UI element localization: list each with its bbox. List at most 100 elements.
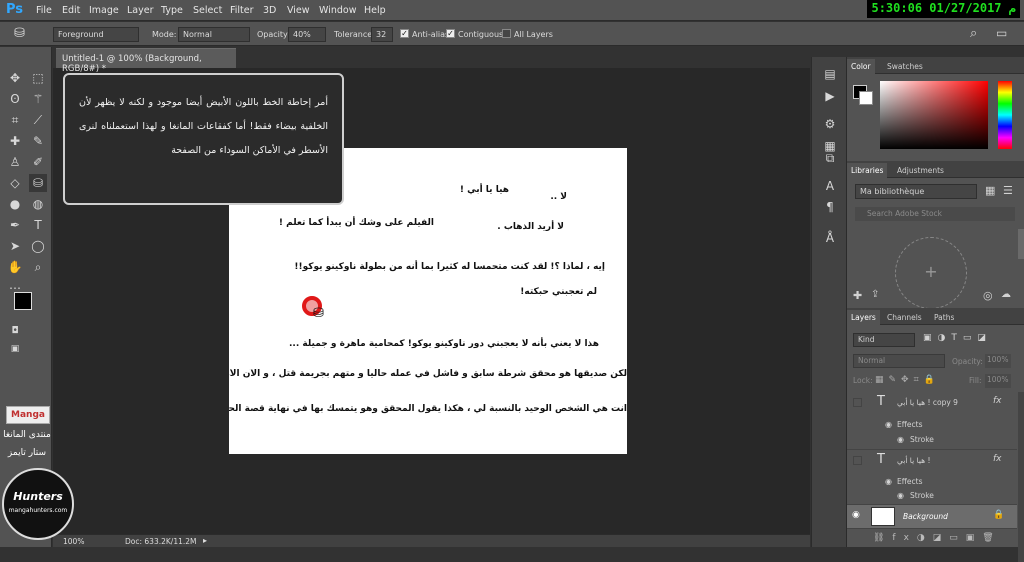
marquee-tool-icon[interactable]: ⬚ — [29, 69, 47, 87]
layer-name[interactable]: Background — [903, 512, 948, 521]
eye-icon[interactable]: ◉ — [885, 420, 892, 429]
options-bar: ⛁ Foreground Mode: Normal Opacity: 40% T… — [0, 22, 1024, 46]
history-brush-icon[interactable]: ✐ — [29, 153, 47, 171]
menu-filter[interactable]: Filter — [230, 5, 254, 16]
ellipse-tool-icon[interactable]: ◯ — [29, 237, 47, 255]
eye-icon[interactable]: ◉ — [897, 491, 904, 500]
paint-bucket-icon[interactable]: ⛁ — [14, 26, 25, 41]
menu-window[interactable]: Window — [319, 5, 356, 16]
character-panel-icon[interactable]: A — [821, 177, 839, 195]
grid-view-icon[interactable]: ▦ — [985, 184, 995, 197]
list-view-icon[interactable]: ☰ — [1003, 184, 1013, 197]
mode-select[interactable]: Normal — [178, 27, 250, 42]
status-arrow-icon[interactable]: ▸ — [203, 536, 207, 545]
dodge-tool-icon[interactable]: ● — [6, 195, 24, 213]
eye-icon[interactable]: ◉ — [852, 510, 860, 520]
paint-bucket-tool-icon[interactable]: ⛁ — [29, 174, 47, 192]
tab-channels[interactable]: Channels — [883, 310, 926, 325]
blend-mode-select[interactable]: Normal — [853, 354, 945, 368]
tab-libraries[interactable]: Libraries — [847, 163, 888, 178]
layer-row[interactable]: T هيا يا أبي ! copy 9 fx ◉ Effects ◉ Str… — [847, 392, 1017, 450]
menu-select[interactable]: Select — [193, 5, 222, 16]
actions-panel-icon[interactable]: ▶ — [821, 87, 839, 105]
zoom-tool-icon[interactable]: ⌕ — [29, 258, 47, 276]
clone-source-icon[interactable]: ⧉ — [821, 149, 839, 167]
move-tool-icon[interactable]: ✥ — [6, 69, 24, 87]
menu-edit[interactable]: Edit — [62, 5, 80, 16]
cloud-icon[interactable]: ☁ — [1001, 289, 1011, 300]
history-panel-icon[interactable]: ▤ — [821, 65, 839, 83]
tab-paths[interactable]: Paths — [930, 310, 958, 325]
cc-icon[interactable]: ◎ — [983, 289, 993, 302]
eye-icon[interactable]: ◉ — [897, 435, 904, 444]
stock-search-input[interactable]: Search Adobe Stock — [855, 207, 1015, 221]
library-scrollbar[interactable] — [1018, 229, 1024, 259]
tolerance-field[interactable]: 32 — [371, 27, 393, 42]
hand-tool-icon[interactable]: ✋ — [6, 258, 24, 276]
antialias-checkbox[interactable]: ✓ — [400, 29, 409, 38]
search-icon[interactable]: ⌕ — [970, 26, 977, 41]
layers-scrollbar[interactable] — [1018, 392, 1024, 562]
eyedropper-icon[interactable]: ⟋ — [29, 111, 47, 129]
paragraph-panel-icon[interactable]: ¶ — [821, 198, 839, 216]
bg-color-swatch[interactable] — [859, 91, 873, 105]
layer-action-icons[interactable]: ⛓fx◑◪▭▣🗑 — [873, 533, 1002, 543]
menu-3d[interactable]: 3D — [263, 5, 276, 16]
path-selection-icon[interactable]: ➤ — [6, 237, 24, 255]
fill-source-select[interactable]: Foreground — [53, 27, 139, 42]
foreground-color-swatch[interactable] — [14, 292, 32, 310]
healing-brush-icon[interactable]: ✚ — [6, 132, 24, 150]
hue-slider[interactable] — [998, 81, 1012, 149]
pen-tool-icon[interactable]: ✒ — [6, 216, 24, 234]
visibility-toggle[interactable] — [853, 456, 862, 465]
menu-type[interactable]: Type — [161, 5, 183, 16]
library-select[interactable]: Ma bibliothèque — [855, 184, 977, 199]
quick-mask-icon[interactable]: ◘ — [6, 322, 24, 340]
layer-name[interactable]: هيا يا أبي ! copy 9 — [897, 398, 958, 407]
eye-icon[interactable]: ◉ — [885, 477, 892, 486]
library-dropzone[interactable]: + — [895, 237, 967, 309]
glyphs-panel-icon[interactable]: Å — [821, 229, 839, 247]
lock-icons[interactable]: ▦✎✥⌗🔒 — [875, 375, 940, 385]
layer-name[interactable]: هيا يا أبي ! — [897, 456, 930, 465]
menu-help[interactable]: Help — [364, 5, 386, 16]
properties-panel-icon[interactable]: ⚙ — [821, 115, 839, 133]
layer-filter-select[interactable]: Kind — [853, 333, 915, 347]
tab-color[interactable]: Color — [847, 59, 875, 74]
document-tab[interactable]: Untitled-1 @ 100% (Background, RGB/8#) * — [56, 48, 236, 74]
layer-fill-field[interactable]: 100% — [985, 374, 1011, 388]
tab-adjustments[interactable]: Adjustments — [893, 163, 948, 178]
menu-layer[interactable]: Layer — [127, 5, 154, 16]
zoom-level[interactable]: 100% — [63, 537, 84, 546]
brush-tool-icon[interactable]: ✎ — [29, 132, 47, 150]
stamp-tool-icon[interactable]: ♙ — [6, 153, 24, 171]
layer-row-background[interactable]: ◉ Background 🔒 — [847, 505, 1017, 529]
contiguous-checkbox[interactable]: ✓ — [446, 29, 455, 38]
magic-wand-icon[interactable]: ⚚ — [29, 90, 47, 108]
upload-icon[interactable]: ⇪ — [871, 289, 879, 300]
lasso-tool-icon[interactable]: ʘ — [6, 90, 24, 108]
blur-tool-icon[interactable]: ◍ — [29, 195, 47, 213]
visibility-toggle[interactable] — [853, 398, 862, 407]
all-layers-checkbox[interactable] — [502, 29, 511, 38]
text-line: الفيلم على وشك أن يبدأ كما تعلم ! — [278, 218, 434, 228]
clock-overlay: 5:30:06 01/27/2017 م — [867, 0, 1020, 18]
menu-file[interactable]: File — [36, 5, 52, 16]
crop-tool-icon[interactable]: ⌗ — [6, 111, 24, 129]
tab-swatches[interactable]: Swatches — [883, 59, 927, 74]
layer-filter-icons[interactable]: ▣◑T▭◪ — [923, 333, 992, 343]
add-icon[interactable]: ✚ — [853, 289, 862, 302]
opacity-field[interactable]: 40% — [288, 27, 326, 42]
layer-opacity-field[interactable]: 100% — [985, 354, 1011, 368]
type-tool-icon[interactable]: T — [29, 216, 47, 234]
screen-mode-icon[interactable]: ▣ — [6, 340, 24, 358]
layer-row[interactable]: T هيا يا أبي ! fx ◉ Effects ◉ Stroke — [847, 450, 1017, 505]
color-picker-field[interactable] — [880, 81, 988, 149]
fx-icon[interactable]: fx — [993, 396, 1002, 406]
eraser-tool-icon[interactable]: ◇ — [6, 174, 24, 192]
fx-icon[interactable]: fx — [993, 454, 1002, 464]
tab-layers[interactable]: Layers — [847, 310, 880, 325]
menu-view[interactable]: View — [287, 5, 310, 16]
menu-image[interactable]: Image — [89, 5, 119, 16]
workspace-icon[interactable]: ▭ — [996, 26, 1007, 40]
